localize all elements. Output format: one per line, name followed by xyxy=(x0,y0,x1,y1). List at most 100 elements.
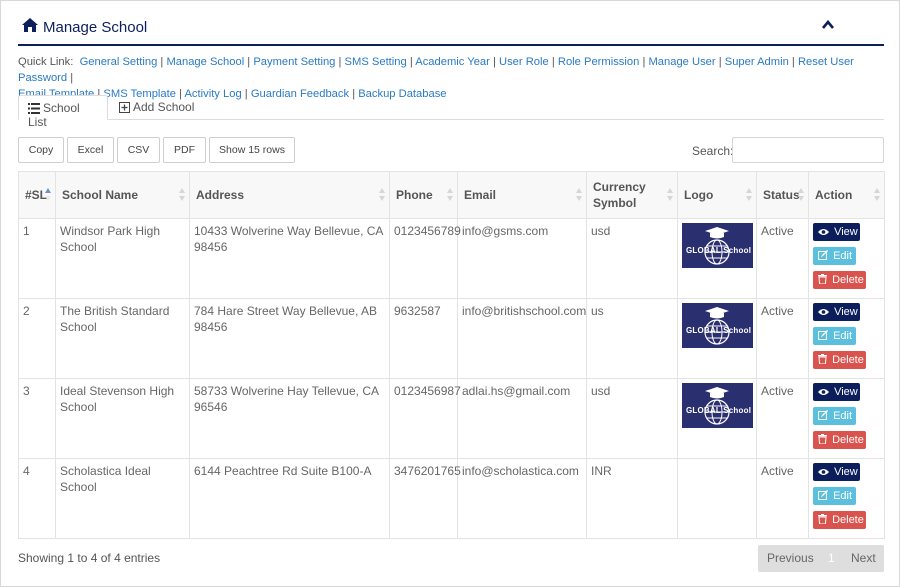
col-header-action[interactable]: Action xyxy=(808,171,885,219)
sort-icon xyxy=(179,188,185,201)
cell-status: Active xyxy=(756,218,809,299)
cell-status: Active xyxy=(756,458,809,539)
cell-logo: GLOBAL School xyxy=(677,218,757,299)
delete-button[interactable]: Delete xyxy=(813,351,866,369)
cell-sl: 2 xyxy=(18,298,56,379)
page-1-button[interactable]: 1 xyxy=(828,551,835,565)
col-header-logo[interactable]: Logo xyxy=(677,171,757,219)
show-rows-button[interactable]: Show 15 rows xyxy=(209,137,295,163)
chevron-up-icon[interactable] xyxy=(822,20,834,29)
view-button[interactable]: View xyxy=(813,303,860,321)
eye-icon xyxy=(818,469,829,475)
tab-school-list[interactable]: School List xyxy=(18,95,108,129)
page-title: Manage School xyxy=(43,19,148,36)
cell-address: 784 Hare Street Way Bellevue, AB 98456 xyxy=(189,298,390,379)
sort-icon xyxy=(447,188,453,201)
edit-icon xyxy=(818,410,828,420)
view-button[interactable]: View xyxy=(813,383,860,401)
cell-school-name: The British Standard School xyxy=(55,298,190,379)
cell-sl: 3 xyxy=(18,378,56,459)
edit-button[interactable]: Edit xyxy=(813,247,856,265)
cell-currency: us xyxy=(586,298,678,379)
edit-button[interactable]: Edit xyxy=(813,487,856,505)
delete-button[interactable]: Delete xyxy=(813,511,866,529)
manage-school-panel: Manage School Quick Link: General Settin… xyxy=(0,0,900,587)
table-row: 4 Scholastica Ideal School 6144 Peachtree … xyxy=(18,458,885,539)
view-button[interactable]: View xyxy=(813,463,860,481)
col-header-status[interactable]: Status xyxy=(756,171,809,219)
trash-icon xyxy=(818,274,827,285)
cell-action: View Edit Delete xyxy=(808,218,885,299)
cell-sl: 4 xyxy=(18,458,56,539)
search-input[interactable] xyxy=(732,137,884,163)
panel-header: Manage School xyxy=(18,15,884,46)
school-logo-text: GLOBAL School xyxy=(686,326,752,335)
table-info: Showing 1 to 4 of 4 entries xyxy=(18,551,161,565)
sort-icon xyxy=(746,188,752,201)
next-button[interactable]: Next xyxy=(851,551,876,565)
cell-phone: 9632587 xyxy=(389,298,458,379)
col-header-phone[interactable]: Phone xyxy=(389,171,458,219)
cell-school-name: Windsor Park High School xyxy=(55,218,190,299)
edit-button[interactable]: Edit xyxy=(813,407,856,425)
excel-button[interactable]: Excel xyxy=(67,137,114,163)
cell-phone: 0123456987 xyxy=(389,378,461,459)
quick-link-manage-school[interactable]: Manage School xyxy=(166,56,244,68)
edit-icon xyxy=(818,330,828,340)
cell-action: View Edit Delete xyxy=(808,378,885,459)
school-table: #SL School Name Address Phone Email Curr… xyxy=(18,171,885,539)
col-header-address[interactable]: Address xyxy=(189,171,390,219)
edit-button[interactable]: Edit xyxy=(813,327,856,345)
sort-icon xyxy=(576,188,582,201)
cell-email: info@gsms.com xyxy=(457,218,587,299)
sort-asc-icon xyxy=(45,188,51,201)
cell-logo: GLOBAL School xyxy=(677,298,757,379)
quick-link-user-role[interactable]: User Role xyxy=(499,56,549,68)
col-header-currency-symbol[interactable]: Currency Symbol xyxy=(586,171,678,219)
home-icon xyxy=(22,18,38,32)
cell-school-name: Scholastica Ideal School xyxy=(55,458,190,539)
plus-square-icon xyxy=(119,102,130,113)
quick-link-academic-year[interactable]: Academic Year xyxy=(415,56,490,68)
pdf-button[interactable]: PDF xyxy=(163,137,206,163)
previous-button[interactable]: Previous xyxy=(767,551,814,565)
quick-link-role-permission[interactable]: Role Permission xyxy=(558,56,639,68)
quick-link-general-setting[interactable]: General Setting xyxy=(80,56,158,68)
quick-link-super-admin[interactable]: Super Admin xyxy=(725,56,789,68)
tab-add-school[interactable]: Add School xyxy=(110,95,202,120)
delete-button[interactable]: Delete xyxy=(813,271,866,289)
pagination: Previous 1 Next xyxy=(758,545,884,572)
copy-button[interactable]: Copy xyxy=(18,137,64,163)
sort-icon xyxy=(874,188,880,201)
col-header-email[interactable]: Email xyxy=(457,171,587,219)
tab-bar: School List Add School xyxy=(18,95,884,129)
table-row: 1 Windsor Park High School 10433 Wolverine… xyxy=(18,218,885,299)
cell-logo xyxy=(677,458,757,539)
cell-status: Active xyxy=(756,298,809,379)
table-row: 2 The British Standard School 784 Hare Str… xyxy=(18,298,885,379)
quick-link-payment-setting[interactable]: Payment Setting xyxy=(253,56,335,68)
trash-icon xyxy=(818,354,827,365)
table-row: 3 Ideal Stevenson High School 58733 Wolver… xyxy=(18,378,885,459)
quick-link-manage-user[interactable]: Manage User xyxy=(648,56,715,68)
delete-button[interactable]: Delete xyxy=(813,431,866,449)
col-header-school-name[interactable]: School Name xyxy=(55,171,190,219)
cell-logo: GLOBAL School xyxy=(677,378,757,459)
cell-address: 58733 Wolverine Hay Tellevue, CA 96546 xyxy=(189,378,390,459)
cell-currency: usd xyxy=(586,218,678,299)
cell-email: info@scholastica.com xyxy=(457,458,587,539)
quick-link-sms-setting[interactable]: SMS Setting xyxy=(345,56,407,68)
cell-sl: 1 xyxy=(18,218,56,299)
trash-icon xyxy=(818,434,827,445)
col-header-sl[interactable]: #SL xyxy=(18,171,56,219)
csv-button[interactable]: CSV xyxy=(117,137,160,163)
view-button[interactable]: View xyxy=(813,223,860,241)
sort-icon xyxy=(667,188,673,201)
cell-currency: INR xyxy=(586,458,678,539)
cell-action: View Edit Delete xyxy=(808,458,885,539)
sort-icon xyxy=(798,188,804,201)
school-logo-text: GLOBAL School xyxy=(686,246,752,255)
edit-icon xyxy=(818,250,828,260)
cell-address: 6144 Peachtree Rd Suite B100-A xyxy=(189,458,390,539)
cell-currency: usd xyxy=(586,378,678,459)
